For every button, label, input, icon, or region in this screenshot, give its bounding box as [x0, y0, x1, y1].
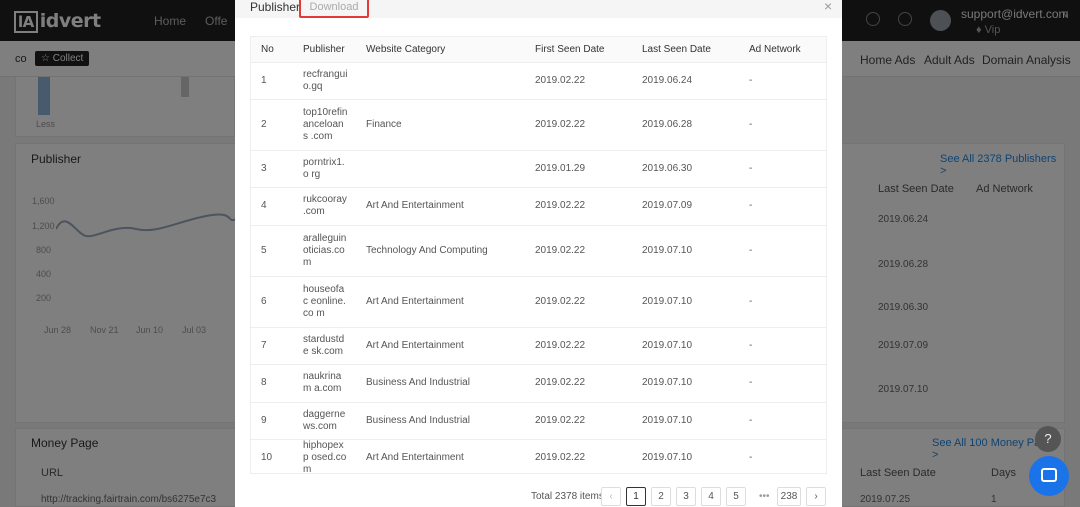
col-last-seen-date: Last Seen Date: [632, 37, 739, 63]
pagination: Total 2378 items ‹ 1 2 3 4 5 ••• 238 ›: [235, 485, 842, 507]
cell-last-seen: 2019.06.30: [632, 150, 739, 188]
cell-category: [356, 150, 525, 188]
cell-no: 9: [251, 402, 293, 440]
chat-launcher-button[interactable]: [1029, 456, 1069, 496]
next-page-button[interactable]: ›: [806, 487, 826, 506]
cell-no: 4: [251, 187, 293, 226]
table-row: 8 naukrinam a.com Business And Industria…: [251, 364, 826, 403]
cell-publisher[interactable]: porntrix1.o rg: [293, 150, 356, 188]
table-row: 9 daggerne ws.com Business And Industria…: [251, 402, 826, 440]
cell-last-seen: 2019.07.10: [632, 327, 739, 365]
close-icon[interactable]: ×: [824, 0, 832, 14]
table-row: 10 hiphopexp osed.com Art And Entertainm…: [251, 439, 826, 473]
cell-publisher[interactable]: aralleguin oticias.co m: [293, 225, 356, 277]
cell-category: Art And Entertainment: [356, 439, 525, 473]
cell-last-seen: 2019.06.24: [632, 62, 739, 100]
download-button[interactable]: Download: [299, 0, 369, 18]
page-1-button[interactable]: 1: [626, 487, 646, 506]
cell-first-seen: 2019.02.22: [525, 402, 632, 440]
cell-no: 3: [251, 150, 293, 188]
cell-first-seen: 2019.01.29: [525, 150, 632, 188]
cell-last-seen: 2019.07.10: [632, 276, 739, 328]
modal-header: Publisher Download ×: [235, 0, 842, 18]
cell-ad-network: -: [739, 402, 826, 440]
cell-category: Finance: [356, 99, 525, 151]
page-5-button[interactable]: 5: [726, 487, 746, 506]
prev-page-button[interactable]: ‹: [601, 487, 621, 506]
cell-publisher[interactable]: stardustde sk.com: [293, 327, 356, 365]
pagination-ellipsis[interactable]: •••: [759, 491, 770, 502]
cell-ad-network: -: [739, 225, 826, 277]
cell-first-seen: 2019.02.22: [525, 276, 632, 328]
help-button[interactable]: ?: [1035, 426, 1061, 452]
cell-no: 5: [251, 225, 293, 277]
col-publisher: Publisher: [293, 37, 356, 63]
cell-category: Business And Industrial: [356, 402, 525, 440]
cell-publisher[interactable]: daggerne ws.com: [293, 402, 356, 440]
cell-last-seen: 2019.06.28: [632, 99, 739, 151]
col-ad-network: Ad Network: [739, 37, 826, 63]
cell-category: [356, 62, 525, 100]
cell-first-seen: 2019.02.22: [525, 187, 632, 226]
cell-no: 7: [251, 327, 293, 365]
table-row: 4 rukcooray .com Art And Entertainment 2…: [251, 187, 826, 226]
table-row: 3 porntrix1.o rg 2019.01.29 2019.06.30 -: [251, 150, 826, 188]
cell-publisher[interactable]: houseofac eonline.co m: [293, 276, 356, 328]
cell-category: Art And Entertainment: [356, 276, 525, 328]
table-row: 7 stardustde sk.com Art And Entertainmen…: [251, 327, 826, 365]
cell-ad-network: -: [739, 276, 826, 328]
col-no: No: [251, 37, 293, 63]
cell-ad-network: -: [739, 327, 826, 365]
table-row: 5 aralleguin oticias.co m Technology And…: [251, 225, 826, 277]
publisher-modal: Publisher Download × No Publisher Websit…: [235, 0, 842, 507]
cell-no: 1: [251, 62, 293, 100]
publisher-table: No Publisher Website Category First Seen…: [250, 36, 827, 474]
cell-ad-network: -: [739, 150, 826, 188]
cell-publisher[interactable]: rukcooray .com: [293, 187, 356, 226]
cell-publisher[interactable]: top10refin anceloans .com: [293, 99, 356, 151]
cell-first-seen: 2019.02.22: [525, 364, 632, 403]
pagination-total: Total 2378 items: [531, 491, 604, 502]
cell-last-seen: 2019.07.10: [632, 225, 739, 277]
cell-publisher[interactable]: hiphopexp osed.com: [293, 439, 356, 473]
page-3-button[interactable]: 3: [676, 487, 696, 506]
cell-ad-network: -: [739, 439, 826, 473]
cell-first-seen: 2019.02.22: [525, 327, 632, 365]
cell-first-seen: 2019.02.22: [525, 62, 632, 100]
cell-ad-network: -: [739, 62, 826, 100]
last-page-button[interactable]: 238: [777, 487, 801, 506]
page-2-button[interactable]: 2: [651, 487, 671, 506]
cell-category: Art And Entertainment: [356, 187, 525, 226]
cell-no: 2: [251, 99, 293, 151]
table-row: 1 recfrangui o.gq 2019.02.22 2019.06.24 …: [251, 62, 826, 100]
cell-last-seen: 2019.07.10: [632, 439, 739, 473]
cell-ad-network: -: [739, 364, 826, 403]
cell-first-seen: 2019.02.22: [525, 439, 632, 473]
cell-ad-network: -: [739, 99, 826, 151]
cell-publisher[interactable]: recfrangui o.gq: [293, 62, 356, 100]
cell-first-seen: 2019.02.22: [525, 99, 632, 151]
cell-last-seen: 2019.07.09: [632, 187, 739, 226]
cell-category: Technology And Computing: [356, 225, 525, 277]
cell-last-seen: 2019.07.10: [632, 364, 739, 403]
cell-ad-network: -: [739, 187, 826, 226]
cell-category: Business And Industrial: [356, 364, 525, 403]
page-4-button[interactable]: 4: [701, 487, 721, 506]
col-website-category: Website Category: [356, 37, 525, 63]
cell-no: 6: [251, 276, 293, 328]
table-header-row: No Publisher Website Category First Seen…: [251, 37, 826, 63]
table-row: 6 houseofac eonline.co m Art And Enterta…: [251, 276, 826, 328]
tab-publisher[interactable]: Publisher: [250, 0, 300, 14]
cell-no: 10: [251, 439, 293, 473]
col-first-seen-date: First Seen Date: [525, 37, 632, 63]
cell-no: 8: [251, 364, 293, 403]
table-row: 2 top10refin anceloans .com Finance 2019…: [251, 99, 826, 151]
cell-first-seen: 2019.02.22: [525, 225, 632, 277]
cell-last-seen: 2019.07.10: [632, 402, 739, 440]
cell-publisher[interactable]: naukrinam a.com: [293, 364, 356, 403]
chat-icon: [1041, 468, 1057, 482]
cell-category: Art And Entertainment: [356, 327, 525, 365]
